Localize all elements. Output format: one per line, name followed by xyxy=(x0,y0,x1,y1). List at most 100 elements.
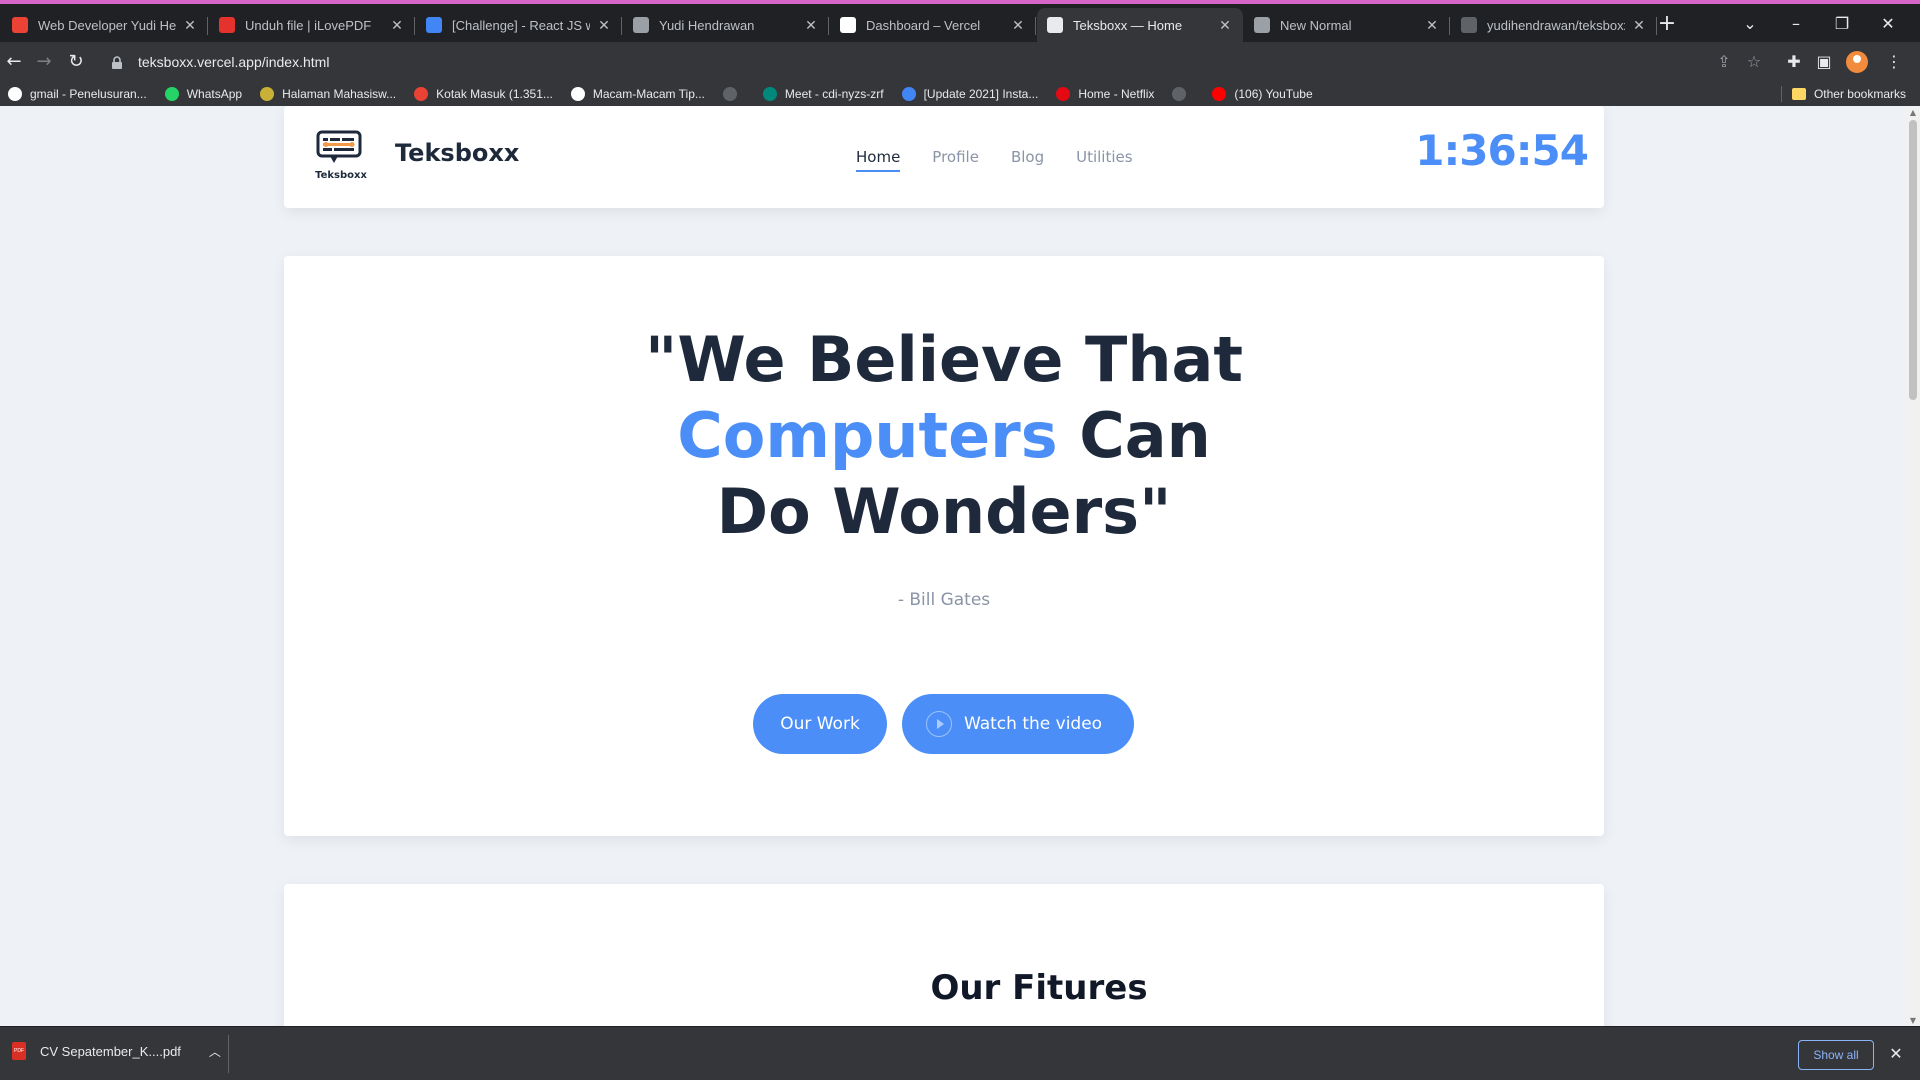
tab-close-icon[interactable]: ✕ xyxy=(1424,17,1440,34)
scroll-down-arrow-icon[interactable]: ▼ xyxy=(1909,1016,1917,1025)
scroll-up-arrow-icon[interactable]: ▲ xyxy=(1909,108,1917,117)
nav-link-blog[interactable]: Blog xyxy=(1011,148,1044,166)
extensions-icon[interactable]: ✚ xyxy=(1780,48,1808,76)
tab-close-icon[interactable]: ✕ xyxy=(182,17,198,34)
restore-button[interactable]: ❐ xyxy=(1820,10,1864,38)
tab-close-icon[interactable]: ✕ xyxy=(1631,17,1647,34)
tab-close-icon[interactable]: ✕ xyxy=(389,17,405,34)
bookmark-label: [Update 2021] Insta... xyxy=(923,87,1039,101)
other-bookmarks-label: Other bookmarks xyxy=(1813,87,1906,101)
pdf-file-icon: PDF xyxy=(12,1042,26,1060)
bookmarks-bar: gmail - Penelusuran... WhatsApp Halaman Ma… xyxy=(0,82,1920,106)
tab-close-icon[interactable]: ✕ xyxy=(596,17,612,34)
brand-name[interactable]: Teksboxx xyxy=(395,139,519,167)
tab-4[interactable]: Dashboard – Vercel ✕ xyxy=(830,8,1036,42)
reload-icon[interactable]: ↻ xyxy=(62,48,90,76)
netflix-icon xyxy=(1056,87,1071,101)
bookmark-label: Macam-Macam Tip... xyxy=(592,87,705,101)
gmail-icon xyxy=(12,17,28,33)
bookmark-label: gmail - Penelusuran... xyxy=(30,87,147,101)
tab-title: Yudi Hendrawan xyxy=(659,17,755,33)
back-arrow-icon[interactable]: ← xyxy=(0,48,28,76)
chevron-up-icon[interactable]: ︿ xyxy=(209,1043,221,1060)
quote-author: - Bill Gates xyxy=(897,590,991,610)
forward-arrow-icon[interactable]: → xyxy=(30,48,58,76)
campus-icon xyxy=(260,87,275,101)
tab-separator xyxy=(828,17,829,35)
show-all-button[interactable]: Show all xyxy=(1798,1040,1874,1070)
minimize-button[interactable]: – xyxy=(1774,10,1818,38)
quote-line-2-rest: Can xyxy=(1057,399,1211,472)
bookmark-label: Kotak Masuk (1.351... xyxy=(436,87,553,101)
window-accent-border xyxy=(0,0,1920,4)
tab-close-icon[interactable]: ✕ xyxy=(1010,17,1026,34)
bookmark-item[interactable]: WhatsApp xyxy=(164,87,242,101)
quote-highlight: Computers xyxy=(677,399,1058,472)
page-viewport: Teksboxx Teksboxx Home Profile Blog Utiliti… xyxy=(0,106,1920,1026)
whatsapp-icon xyxy=(164,87,179,101)
tab-3[interactable]: Yudi Hendrawan ✕ xyxy=(623,8,829,42)
page-scrollbar[interactable]: ▲ ▼ xyxy=(1906,106,1920,1026)
profile-avatar[interactable] xyxy=(1846,51,1868,73)
tab-search-chevron-down-icon[interactable]: ⌄ xyxy=(1728,10,1772,38)
close-icon[interactable]: ✕ xyxy=(1884,1042,1908,1066)
google-icon xyxy=(8,87,22,101)
bookmark-label: Home - Netflix xyxy=(1078,87,1155,101)
nav-link-utilities[interactable]: Utilities xyxy=(1076,148,1132,166)
tab-separator xyxy=(621,17,622,35)
address-bar[interactable]: teksboxx.vercel.app/index.html xyxy=(98,47,1768,77)
tab-6[interactable]: New Normal ✕ xyxy=(1244,8,1450,42)
bookmark-item[interactable]: Kotak Masuk (1.351... xyxy=(414,87,553,101)
close-window-button[interactable]: ✕ xyxy=(1866,10,1910,38)
menu-dots-icon[interactable]: ⋮ xyxy=(1880,48,1908,76)
tab-5[interactable]: Teksboxx — Home ✕ xyxy=(1037,8,1243,42)
globe-icon xyxy=(633,17,649,33)
tab-separator xyxy=(207,17,208,35)
bookmark-item[interactable]: (106) YouTube xyxy=(1212,87,1313,101)
new-tab-button[interactable]: + xyxy=(1654,12,1680,38)
tab-title: Teksboxx — Home xyxy=(1073,17,1183,33)
nav-link-profile[interactable]: Profile xyxy=(932,148,979,166)
bookmark-item[interactable] xyxy=(722,87,745,101)
teksboxx-logo[interactable]: Teksboxx xyxy=(310,126,372,182)
quote-line-1: "We Believe That xyxy=(645,323,1243,396)
bookmark-item[interactable]: gmail - Penelusuran... xyxy=(8,87,147,101)
youtube-icon xyxy=(1212,87,1227,101)
tab-0[interactable]: Web Developer Yudi Hend ✕ xyxy=(2,8,208,42)
nav-link-home[interactable]: Home xyxy=(856,148,901,172)
bookmark-item[interactable]: Meet - cdi-nyzs-zrf xyxy=(762,87,884,101)
other-bookmarks[interactable]: Other bookmarks xyxy=(1780,86,1906,102)
site-icon xyxy=(901,87,916,101)
shelf-divider xyxy=(228,1035,229,1073)
tab-title: yudihendrawan/teksboxx xyxy=(1487,17,1625,33)
globe-icon xyxy=(1254,17,1270,33)
bookmark-item[interactable]: Home - Netflix xyxy=(1056,87,1154,101)
gmail-icon xyxy=(414,87,429,101)
share-icon[interactable]: ⇪ xyxy=(1710,48,1738,76)
url-text[interactable]: teksboxx.vercel.app/index.html xyxy=(138,54,329,70)
tab-title: New Normal xyxy=(1280,17,1352,33)
main-nav: Home Profile Blog Utilities xyxy=(856,148,1165,172)
tab-strip: Web Developer Yudi Hend ✕ Unduh file | iLo… xyxy=(0,0,1920,42)
our-work-button[interactable]: Our Work xyxy=(753,694,887,754)
bookmark-item[interactable]: [Update 2021] Insta... xyxy=(901,87,1039,101)
bookmark-item[interactable]: Halaman Mahasisw... xyxy=(260,87,396,101)
logo-wordmark: Teksboxx xyxy=(315,170,367,181)
download-item[interactable]: PDF CV Sepatember_K....pdf ︿ xyxy=(12,1042,221,1060)
watch-video-button[interactable]: Watch the video xyxy=(902,694,1134,754)
scrollbar-thumb[interactable] xyxy=(1909,120,1917,400)
tab-1[interactable]: Unduh file | iLovePDF ✕ xyxy=(209,8,415,42)
browser-chrome: Web Developer Yudi Hend ✕ Unduh file | iLo… xyxy=(0,0,1920,106)
bookmark-item[interactable]: Macam-Macam Tip... xyxy=(570,87,705,101)
lock-icon xyxy=(110,55,124,69)
quote-line-3: Do Wonders" xyxy=(716,475,1172,548)
side-panel-icon[interactable]: ▣ xyxy=(1810,48,1838,76)
bookmark-item[interactable] xyxy=(1172,87,1194,101)
tab-2[interactable]: [Challenge] - React JS with ✕ xyxy=(416,8,622,42)
star-icon[interactable]: ☆ xyxy=(1740,48,1768,76)
hero-section: "We Believe That Computers Can Do Wonder… xyxy=(284,256,1604,836)
tab-7[interactable]: yudihendrawan/teksboxx ✕ xyxy=(1451,8,1657,42)
vercel-icon xyxy=(840,17,856,33)
tab-close-icon[interactable]: ✕ xyxy=(1217,17,1233,34)
tab-close-icon[interactable]: ✕ xyxy=(803,17,819,34)
